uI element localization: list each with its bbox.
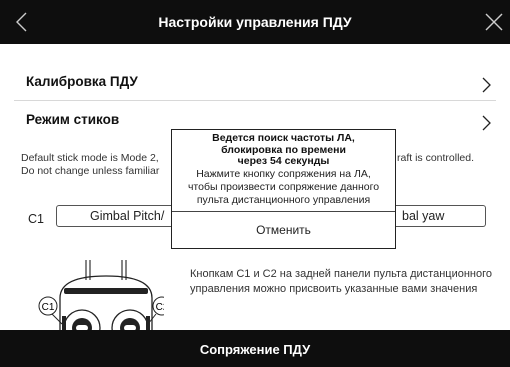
pair-remote-label: Сопряжение ПДУ [199,342,311,357]
c1-button-label: C1 [28,212,44,226]
row-divider [14,100,496,101]
dialog-title-line-3: через 54 секунды [237,155,330,167]
c1-function-select[interactable]: Gimbal Pitch/ [56,205,176,227]
description-line-2: Do not change unless familiar [21,165,160,177]
dialog-message: Нажмите кнопку сопряжения на ЛА, чтобы п… [172,168,395,207]
stick-mode-description: Default stick mode is Mode 2, Do not cha… [21,152,159,178]
c1-c2-info-text: Кнопкам C1 и C2 на задней панели пульта … [190,268,493,295]
cancel-button[interactable]: Отменить [172,212,395,249]
calibration-label: Калибровка ПДУ [26,74,138,89]
dialog-message-line-1: Нажмите кнопку сопряжения на ЛА, [196,168,371,180]
chevron-right-icon [482,115,491,131]
dialog-title-line-1: Ведется поиск частоты ЛА, [212,132,355,144]
c2-callout: C2 [156,302,164,313]
dialog-message-line-2: чтобы произвести сопряжение данного [187,181,380,193]
header-bar: Настройки управления ПДУ [0,0,510,44]
calibration-row[interactable]: Калибровка ПДУ [26,74,492,96]
description-line-1: Default stick mode is Mode 2, [21,152,159,164]
stick-mode-label: Режим стиков [26,112,120,127]
dialog-title: Ведется поиск частоты ЛА, блокировка по … [172,132,395,168]
chevron-right-icon [482,77,491,93]
close-icon[interactable] [482,10,506,34]
dialog-message-line-3: пульта дистанционного управления [196,194,371,206]
description-tail: raft is controlled. [397,152,475,164]
pairing-dialog: Ведется поиск частоты ЛА, блокировка по … [171,129,396,249]
page-title: Настройки управления ПДУ [158,14,352,30]
c2-function-select[interactable]: bal yaw [390,205,486,227]
c1-callout: C1 [42,302,55,313]
pair-remote-button[interactable]: Сопряжение ПДУ [0,330,510,367]
